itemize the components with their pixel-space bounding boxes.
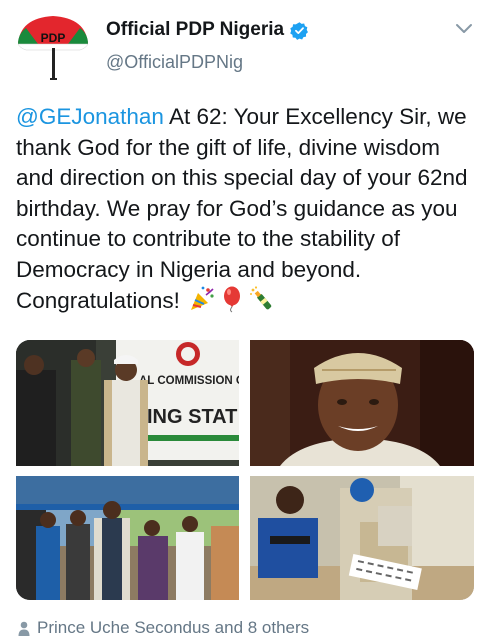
tweet-text: @GEJonathan At 62: Your Excellency Sir, … [16,102,478,317]
liked-by-row[interactable]: Prince Uche Secondus and 8 others [18,618,309,638]
photo-ballot[interactable] [250,476,474,600]
champagne-icon [250,286,272,310]
pdp-logo-text: PDP [41,31,66,45]
balloon-icon [224,286,241,313]
verified-badge-icon [290,21,309,40]
banner-text-2: ING STAT [147,406,237,428]
display-name[interactable]: Official PDP Nigeria [106,19,284,41]
mention-link[interactable]: @GEJonathan [16,104,164,129]
photo-portrait[interactable] [250,340,474,466]
tweet-header: PDP Official PDP Nigeria @OfficialPDPNig [0,0,490,90]
party-popper-icon [191,286,214,310]
banner-text-1: AL COMMISSION OF [139,375,239,387]
tweet-body: At 62: Your Excellency Sir, we thank God… [16,104,468,313]
user-handle[interactable]: @OfficialPDPNig [106,52,243,73]
profile-avatar[interactable]: PDP [14,8,92,86]
chevron-down-icon[interactable] [454,22,474,36]
liked-by-text: Prince Uche Secondus and 8 others [37,618,310,637]
photo-voting-center[interactable]: AL COMMISSION OF ING STAT [16,340,239,466]
person-icon [18,621,30,636]
photo-queue[interactable] [16,476,239,600]
